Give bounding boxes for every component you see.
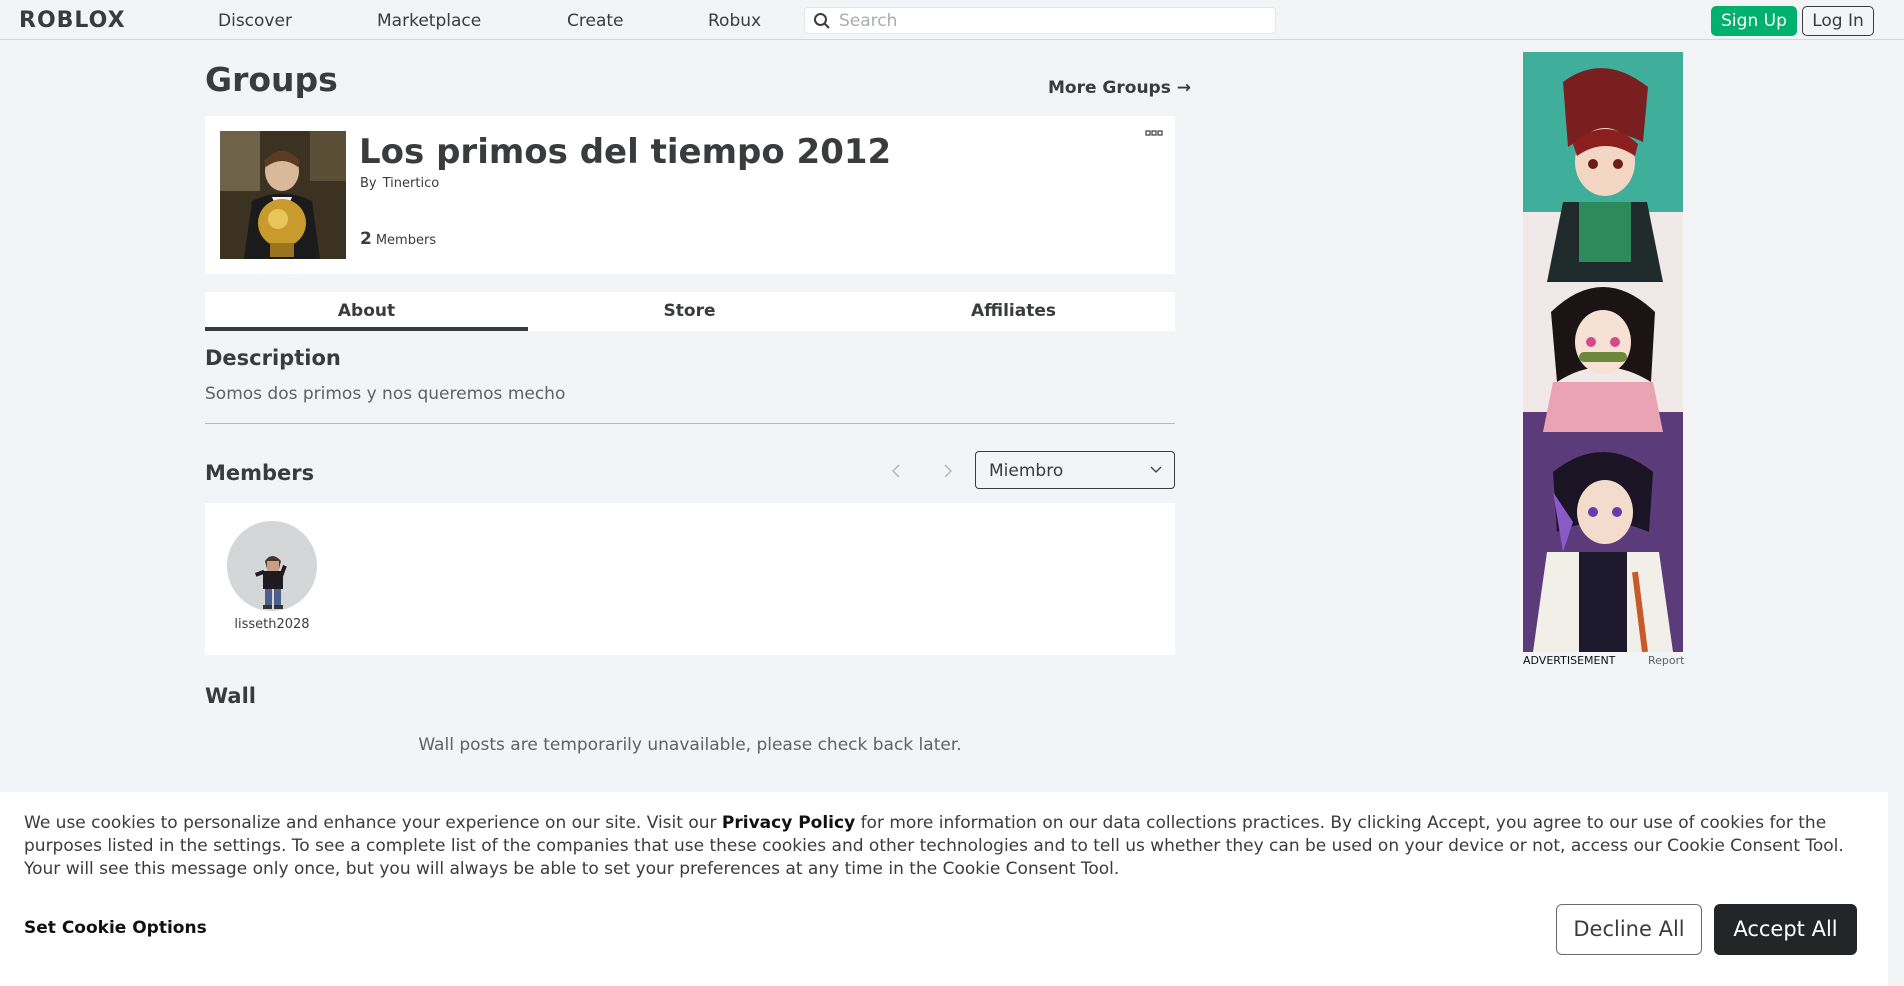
search-bar[interactable] [804, 7, 1276, 34]
ad-report-link[interactable]: Report [1648, 654, 1684, 667]
member-avatar[interactable] [227, 521, 317, 611]
member-username[interactable]: lisseth2028 [205, 617, 339, 632]
divider [205, 423, 1175, 424]
cookie-consent-banner: We use cookies to personalize and enhanc… [0, 792, 1888, 986]
group-tabs: About Store Affiliates [205, 292, 1175, 331]
group-owner-line: By Tinertico [360, 176, 439, 191]
group-emblem-image [220, 131, 346, 259]
decline-all-button[interactable]: Decline All [1556, 904, 1702, 955]
cookie-text-before: We use cookies to personalize and enhanc… [24, 813, 722, 833]
top-nav-bar: ROBLOX Discover Marketplace Create Robux… [0, 0, 1904, 40]
wall-unavailable-message: Wall posts are temporarily unavailable, … [418, 735, 962, 755]
sign-up-button[interactable]: Sign Up [1711, 6, 1797, 36]
privacy-policy-link[interactable]: Privacy Policy [722, 813, 855, 833]
group-member-count: 2 Members [360, 229, 436, 249]
more-options-icon[interactable] [1145, 130, 1163, 138]
advertisement-banner[interactable] [1523, 52, 1683, 652]
role-select-value: Miembro [989, 461, 1064, 481]
tab-store[interactable]: Store [528, 292, 851, 331]
chevron-right-icon[interactable] [938, 461, 958, 481]
group-owner-link[interactable]: Tinertico [383, 176, 440, 191]
description-title: Description [205, 346, 341, 370]
cookie-message: We use cookies to personalize and enhanc… [24, 812, 1864, 881]
chevron-left-icon[interactable] [886, 461, 906, 481]
set-cookie-options-link[interactable]: Set Cookie Options [24, 918, 207, 938]
members-title: Members [205, 461, 315, 485]
nav-create[interactable]: Create [567, 11, 624, 31]
wall-title: Wall [205, 684, 256, 708]
member-count-value: 2 [360, 229, 372, 249]
by-label: By [360, 176, 377, 191]
nav-marketplace[interactable]: Marketplace [377, 11, 481, 31]
more-groups-link[interactable]: More Groups → [1048, 78, 1191, 98]
nav-discover[interactable]: Discover [218, 11, 292, 31]
member-count-label: Members [375, 233, 437, 248]
page-title: Groups [205, 60, 338, 99]
chevron-down-icon [1150, 466, 1162, 473]
role-select-dropdown[interactable]: Miembro [975, 451, 1175, 489]
tab-affiliates[interactable]: Affiliates [852, 292, 1175, 331]
nav-robux[interactable]: Robux [708, 11, 761, 31]
search-icon [814, 13, 830, 29]
group-header-card: Los primos del tiempo 2012 By Tinertico 2… [205, 116, 1175, 274]
description-text: Somos dos primos y nos queremos mecho [205, 384, 566, 404]
search-input[interactable] [839, 10, 1259, 32]
accept-all-button[interactable]: Accept All [1714, 904, 1857, 955]
tab-about[interactable]: About [205, 292, 528, 331]
members-list: lisseth2028 [205, 503, 1175, 655]
advertisement-label: ADVERTISEMENT [1523, 654, 1616, 667]
group-name: Los primos del tiempo 2012 [359, 132, 892, 172]
log-in-button[interactable]: Log In [1802, 6, 1874, 36]
roblox-logo[interactable]: ROBLOX [19, 8, 126, 33]
